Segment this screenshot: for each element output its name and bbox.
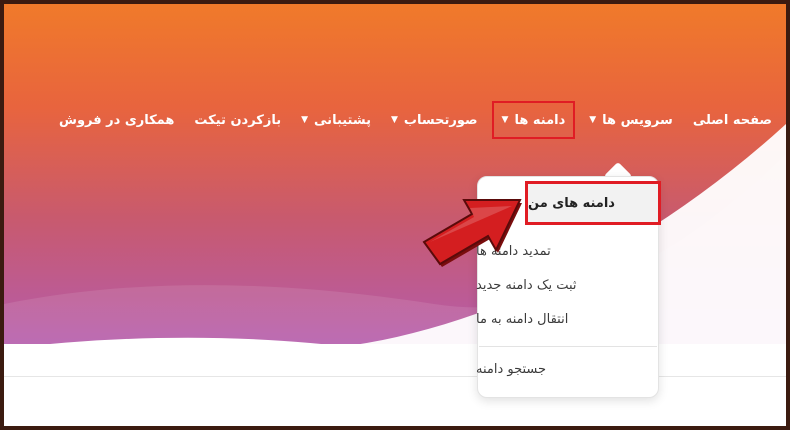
nav-item-label: بازکردن تیکت — [194, 112, 282, 128]
red-pointer-arrow-icon — [422, 199, 522, 267]
nav-item-label: سرویس ها — [602, 112, 673, 128]
nav-item-label: همکاری در فروش — [59, 112, 175, 128]
caret-down-icon: ▼ — [501, 115, 509, 125]
dropdown-item-label: جستجو دامنه — [476, 361, 547, 377]
dropdown-item-label: انتقال دامنه به ما — [476, 311, 569, 327]
dropdown-item-transfer-domain[interactable]: انتقال دامنه به ما — [476, 303, 658, 335]
nav-item-support[interactable]: پشتیبانی ▼ — [291, 100, 381, 140]
caret-down-icon: ▼ — [390, 115, 398, 125]
nav-item-affiliate[interactable]: همکاری در فروش — [49, 100, 184, 140]
dropdown-item-search-domain[interactable]: جستجو دامنه — [476, 353, 658, 385]
content-divider — [4, 376, 786, 377]
hero-wave-decoration — [4, 124, 786, 349]
nav-item-services[interactable]: سرویس ها ▼ — [579, 100, 683, 140]
page-content-area — [4, 344, 786, 426]
dropdown-separator — [479, 346, 657, 347]
nav-item-home[interactable]: صفحه اصلی — [683, 100, 782, 140]
nav-item-billing[interactable]: صورتحساب ▼ — [381, 100, 488, 140]
dropdown-item-label: ثبت یک دامنه جدید — [476, 277, 577, 293]
dropdown-item-label: دامنه های من — [528, 195, 615, 211]
hero-banner — [4, 4, 786, 349]
nav-item-label: صورتحساب — [403, 112, 478, 128]
dropdown-item-my-domains[interactable]: دامنه های من — [525, 181, 661, 225]
nav-item-label: دامنه ها — [514, 112, 566, 128]
screenshot-frame: صفحه اصلی سرویس ها ▼ دامنه ها ▼ صورتحساب… — [0, 0, 790, 430]
main-nav: صفحه اصلی سرویس ها ▼ دامنه ها ▼ صورتحساب… — [49, 100, 782, 140]
caret-down-icon: ▼ — [301, 115, 309, 125]
caret-down-icon: ▼ — [589, 115, 597, 125]
nav-item-label: پشتیبانی — [314, 112, 371, 128]
nav-item-open-ticket[interactable]: بازکردن تیکت — [184, 100, 291, 140]
nav-item-domains[interactable]: دامنه ها ▼ — [491, 101, 576, 139]
nav-item-label: صفحه اصلی — [692, 112, 772, 128]
